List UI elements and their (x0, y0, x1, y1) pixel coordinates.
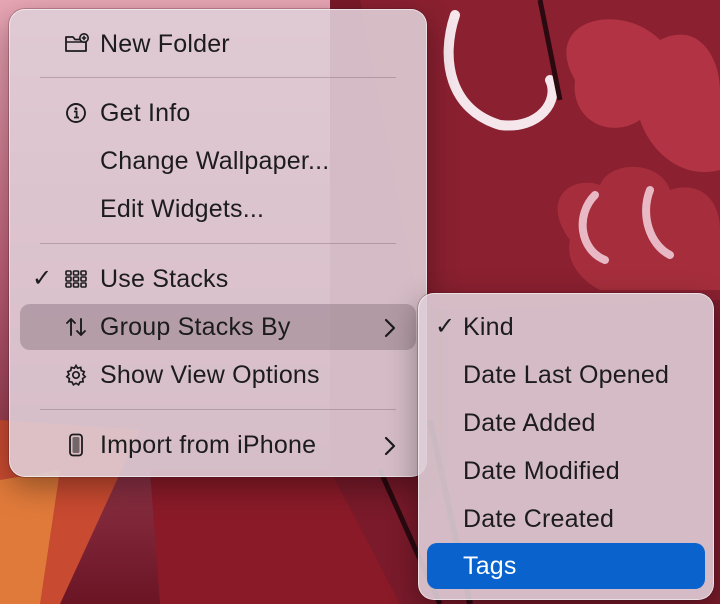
menu-separator (40, 409, 396, 410)
menu-item-label: Show View Options (100, 361, 320, 389)
menu-item-use-stacks[interactable]: ✓ Use Stacks (20, 256, 416, 302)
menu-item-label: Edit Widgets... (100, 195, 265, 223)
menu-item-change-wallpaper[interactable]: Change Wallpaper... (20, 138, 416, 184)
submenu-item-label: Date Modified (463, 457, 620, 485)
submenu-item-date-modified[interactable]: Date Modified (427, 448, 705, 494)
checkmark-icon: ✓ (32, 265, 53, 292)
submenu-item-label: Date Last Opened (463, 361, 670, 389)
info-circle-icon (64, 101, 88, 125)
menu-item-label: Use Stacks (100, 265, 229, 293)
submenu-item-label: Date Created (463, 505, 615, 533)
menu-item-edit-widgets[interactable]: Edit Widgets... (20, 186, 416, 232)
sort-arrows-icon (64, 315, 88, 339)
checkmark-icon: ✓ (435, 313, 456, 340)
menu-item-new-folder[interactable]: New Folder (20, 21, 416, 67)
submenu-item-label: Kind (463, 313, 514, 341)
menu-item-group-stacks-by[interactable]: Group Stacks By (20, 304, 416, 350)
desktop-context-menu: New Folder Get Info Change Wallpaper... … (9, 9, 427, 477)
submenu-item-date-last-opened[interactable]: Date Last Opened (427, 352, 705, 398)
menu-separator (40, 243, 396, 244)
menu-item-import-from-iphone[interactable]: Import from iPhone (20, 422, 416, 468)
chevron-right-icon (384, 316, 396, 345)
submenu-item-tags[interactable]: Tags (427, 543, 705, 589)
submenu-item-kind[interactable]: ✓ Kind (427, 304, 705, 350)
submenu-item-date-created[interactable]: Date Created (427, 496, 705, 542)
stacks-grid-icon (64, 267, 88, 291)
iphone-icon (64, 433, 88, 457)
menu-separator (40, 77, 396, 78)
menu-item-show-view-options[interactable]: Show View Options (20, 352, 416, 398)
menu-item-label: Change Wallpaper... (100, 147, 330, 175)
menu-item-label: Get Info (100, 99, 191, 127)
submenu-item-label: Tags (463, 552, 517, 580)
folder-plus-icon (64, 32, 89, 56)
chevron-right-icon (384, 434, 396, 463)
submenu-item-date-added[interactable]: Date Added (427, 400, 705, 446)
menu-item-label: Import from iPhone (100, 431, 317, 459)
menu-item-label: Group Stacks By (100, 313, 291, 341)
gear-icon (64, 363, 88, 387)
menu-item-label: New Folder (100, 30, 230, 58)
menu-item-get-info[interactable]: Get Info (20, 90, 416, 136)
group-stacks-by-submenu: ✓ Kind Date Last Opened Date Added Date … (418, 293, 714, 600)
submenu-item-label: Date Added (463, 409, 596, 437)
